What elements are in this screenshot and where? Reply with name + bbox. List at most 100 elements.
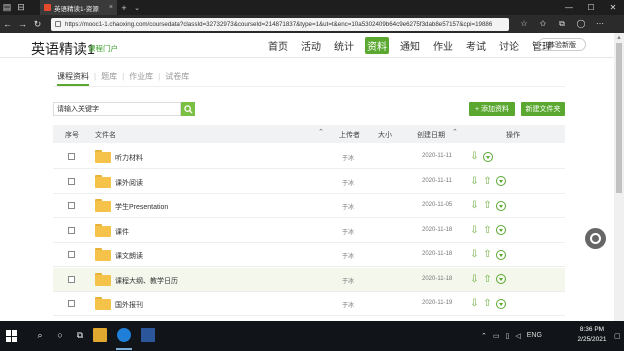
- back-button[interactable]: ←: [0, 19, 15, 29]
- taskbar-clock[interactable]: 8:36 PM 2/25/2021: [574, 325, 610, 345]
- start-button[interactable]: [6, 330, 18, 342]
- file-name[interactable]: 课文朗读: [115, 251, 143, 261]
- tab-history-icon[interactable]: ⊟: [14, 0, 28, 15]
- nav-item[interactable]: 讨论: [497, 37, 521, 54]
- close-window-button[interactable]: ✕: [602, 0, 624, 15]
- favorite-star-icon[interactable]: ☆: [517, 19, 531, 29]
- collections-icon[interactable]: ⧉: [555, 19, 569, 29]
- move-up-icon[interactable]: ⇧: [483, 249, 492, 260]
- nav-item[interactable]: 首页: [266, 37, 290, 54]
- nav-item[interactable]: 资料: [365, 37, 389, 54]
- profile-icon[interactable]: ◯: [574, 19, 588, 29]
- move-up-icon[interactable]: ⇧: [483, 176, 492, 187]
- floating-assist-button[interactable]: [585, 228, 606, 249]
- network-icon[interactable]: ▭: [493, 332, 500, 340]
- more-options-icon[interactable]: [496, 200, 506, 211]
- tab-close-button[interactable]: ×: [109, 4, 113, 11]
- more-options-icon[interactable]: [496, 176, 506, 186]
- row-checkbox[interactable]: [68, 226, 75, 234]
- table-row[interactable]: 课程大纲、教学日历 于冰 2020-11-18 ⇩ ⇧: [53, 267, 565, 292]
- subtab-item[interactable]: 题库: [96, 71, 122, 82]
- subtab-item[interactable]: 作业库: [124, 71, 158, 82]
- row-checkbox[interactable]: [68, 153, 75, 160]
- edge-browser-icon[interactable]: [117, 328, 131, 342]
- more-options-icon[interactable]: [496, 249, 506, 260]
- nav-item[interactable]: 作业: [431, 37, 455, 54]
- browser-tab[interactable]: 英语精读1-资源 ×: [40, 0, 117, 15]
- move-down-icon[interactable]: ⇩: [470, 249, 479, 260]
- row-checkbox[interactable]: [68, 202, 75, 209]
- nav-item[interactable]: 通知: [398, 37, 422, 54]
- move-down-icon[interactable]: ⇩: [470, 298, 479, 309]
- search-button[interactable]: [181, 102, 195, 116]
- notifications-icon[interactable]: ▢: [614, 332, 621, 340]
- sort-date-icon[interactable]: ⌃: [452, 128, 458, 136]
- address-bar[interactable]: https://mooc1-1.chaoxing.com/coursedata?…: [51, 17, 509, 31]
- nav-item[interactable]: 统计: [332, 37, 356, 54]
- course-portal-link[interactable]: 课程门户: [88, 43, 118, 54]
- table-row[interactable]: 学生Presentation 于冰 2020-11-05 ⇩ ⇧: [53, 194, 565, 218]
- row-checkbox[interactable]: [68, 275, 75, 283]
- move-up-icon[interactable]: ⇧: [483, 298, 492, 309]
- new-folder-button[interactable]: 新建文件夹: [521, 102, 565, 116]
- col-filename[interactable]: 文件名: [95, 130, 116, 140]
- file-name[interactable]: 学生Presentation: [115, 202, 168, 212]
- table-row[interactable]: 听力材料 于冰 2020-11-11 ⇩: [53, 145, 565, 169]
- move-down-icon[interactable]: ⇩: [470, 176, 479, 187]
- search-taskbar-icon[interactable]: ⌕: [33, 328, 47, 342]
- scroll-up-icon[interactable]: ▲: [616, 35, 622, 41]
- col-date[interactable]: 创建日期: [417, 130, 445, 140]
- more-options-icon[interactable]: [496, 274, 506, 284]
- file-name[interactable]: 课件: [115, 227, 129, 237]
- file-name[interactable]: 国外报刊: [115, 300, 143, 310]
- refresh-button[interactable]: ↻: [30, 19, 45, 30]
- battery-icon[interactable]: ▯: [506, 332, 510, 340]
- volume-icon[interactable]: ◁: [515, 332, 520, 340]
- file-name[interactable]: 听力材料: [115, 153, 143, 163]
- file-explorer-icon[interactable]: [93, 328, 107, 342]
- table-row[interactable]: 课外阅读 于冰 2020-11-11 ⇩ ⇧: [53, 170, 565, 194]
- tray-expand-icon[interactable]: ⌃: [481, 332, 487, 340]
- tab-actions-icon[interactable]: ▤: [0, 0, 14, 15]
- minimize-button[interactable]: —: [558, 0, 580, 15]
- nav-item[interactable]: 考试: [464, 37, 488, 54]
- move-down-icon[interactable]: ⇩: [470, 274, 479, 285]
- language-indicator[interactable]: ENG: [527, 332, 542, 340]
- more-options-icon[interactable]: [483, 151, 493, 162]
- move-up-icon[interactable]: ⇧: [483, 225, 492, 236]
- subtab-item[interactable]: 课程资料: [57, 71, 94, 82]
- table-row[interactable]: 课件 于冰 2020-11-18 ⇩ ⇧: [53, 219, 565, 243]
- move-down-icon[interactable]: ⇩: [470, 225, 479, 236]
- add-resource-button[interactable]: + 添加资料: [469, 102, 515, 116]
- url-text: https://mooc1-1.chaoxing.com/coursedata?…: [65, 20, 493, 28]
- more-menu-icon[interactable]: ⋯: [593, 19, 607, 29]
- move-down-icon[interactable]: ⇩: [470, 151, 479, 162]
- more-options-icon[interactable]: [496, 298, 506, 309]
- move-up-icon[interactable]: ⇧: [483, 200, 492, 211]
- cortana-icon[interactable]: ○: [53, 328, 67, 342]
- forward-button[interactable]: →: [15, 19, 30, 29]
- maximize-button[interactable]: ☐: [580, 0, 602, 15]
- word-app-icon[interactable]: [141, 328, 155, 342]
- nav-item[interactable]: 活动: [299, 37, 323, 54]
- file-name[interactable]: 课程大纲、教学日历: [115, 276, 178, 286]
- table-row[interactable]: 课文朗读 于冰 2020-11-18 ⇩ ⇧: [53, 243, 565, 267]
- search-input[interactable]: 请输入关键字: [53, 102, 181, 116]
- page-scrollbar[interactable]: ▲: [614, 33, 624, 321]
- task-view-icon[interactable]: ⧉: [73, 328, 87, 342]
- row-checkbox[interactable]: [68, 177, 75, 185]
- move-up-icon[interactable]: ⇧: [483, 274, 492, 285]
- file-name[interactable]: 课外阅读: [115, 178, 143, 188]
- new-tab-button[interactable]: +: [117, 0, 131, 15]
- more-options-icon[interactable]: [496, 225, 506, 235]
- table-row[interactable]: 国外报刊 于冰 2020-11-19 ⇩ ⇧: [53, 292, 565, 316]
- favorites-list-icon[interactable]: ✩: [536, 19, 550, 29]
- subtab-item[interactable]: 试卷库: [160, 71, 194, 82]
- row-checkbox[interactable]: [68, 300, 75, 307]
- trial-new-version-button[interactable]: 体验新版: [538, 38, 586, 51]
- row-checkbox[interactable]: [68, 251, 75, 258]
- move-down-icon[interactable]: ⇩: [470, 200, 479, 211]
- scrollbar-thumb[interactable]: [616, 43, 622, 193]
- sort-filename-icon[interactable]: ⌃: [318, 128, 324, 136]
- tab-list-button[interactable]: ⌄: [131, 0, 143, 15]
